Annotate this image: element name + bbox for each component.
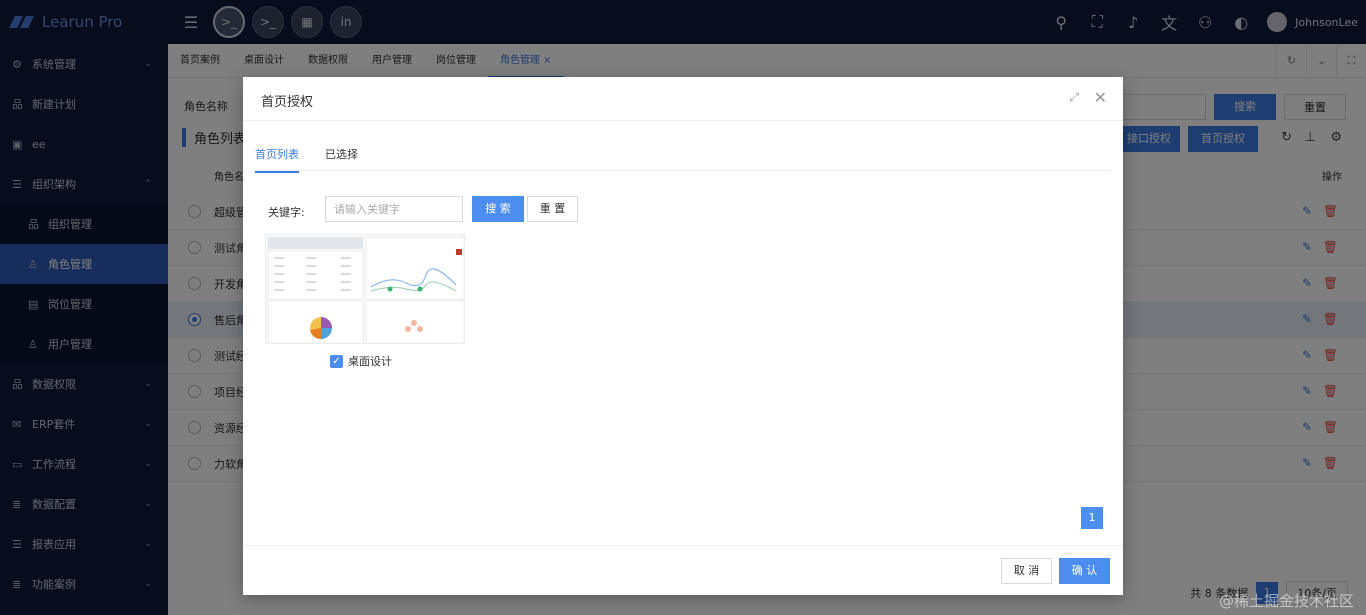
desktop-design-option[interactable]: ✓ 桌面设计: [330, 353, 392, 369]
modal-search-button[interactable]: 搜 索: [472, 196, 524, 222]
item-label: 桌面设计: [348, 355, 392, 368]
tab-selected[interactable]: 已选择: [325, 146, 358, 171]
desktop-design-thumbnail[interactable]: [265, 234, 465, 344]
keyword-label: 关键字:: [268, 206, 305, 219]
checkbox-checked-icon[interactable]: ✓: [330, 354, 343, 368]
modal-reset-button[interactable]: 重 置: [527, 196, 578, 222]
home-auth-modal: 首页授权 ⤢ ✕ 首页列表 已选择 关键字: 搜 索 重 置: [243, 77, 1123, 595]
expand-icon[interactable]: ⤢: [1069, 90, 1079, 105]
watermark: @稀土掘金技术社区: [1218, 592, 1354, 610]
modal-header: 首页授权 ⤢ ✕: [243, 77, 1123, 121]
keyword-input[interactable]: [325, 196, 463, 222]
modal-footer: 取 消 确 认: [243, 545, 1123, 595]
modal-title: 首页授权: [261, 95, 314, 110]
confirm-button[interactable]: 确 认: [1059, 558, 1110, 584]
cancel-button[interactable]: 取 消: [1001, 558, 1052, 584]
modal-tabs: 首页列表 已选择: [255, 137, 1111, 173]
dashboard-preview-image: [266, 235, 464, 343]
tab-home-list[interactable]: 首页列表: [255, 146, 299, 173]
close-icon[interactable]: ✕: [1094, 88, 1107, 107]
modal-page-number[interactable]: 1: [1081, 507, 1103, 529]
